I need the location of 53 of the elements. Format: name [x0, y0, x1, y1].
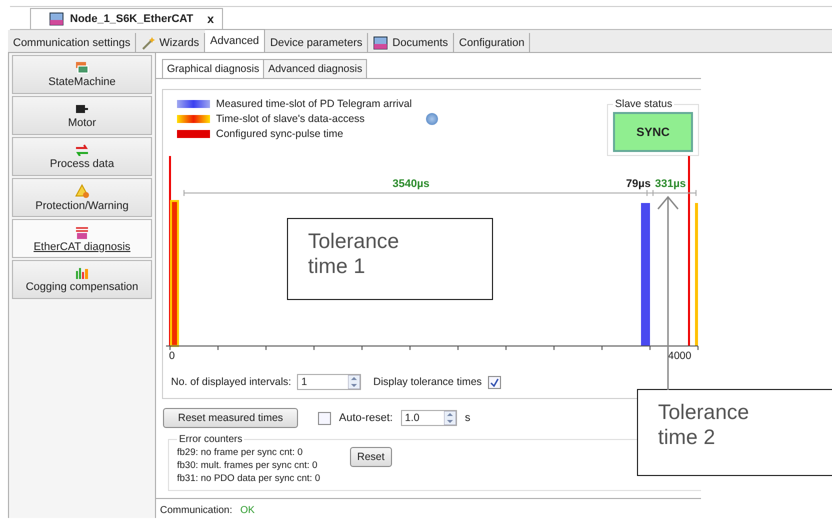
status-label: Communication:	[160, 505, 232, 516]
checkbox-label: Auto-reset:	[339, 412, 393, 424]
wand-icon	[141, 36, 156, 50]
document-icon	[373, 36, 388, 50]
auto-reset-field[interactable]: 1.0	[400, 410, 457, 426]
checkbox[interactable]	[318, 412, 332, 424]
callout-box: Tolerance time 1	[287, 218, 493, 300]
sidebar-item[interactable]: EtherCAT diagnosis	[12, 219, 152, 258]
legend-label: Measured time-slot of PD Telegram arrival	[216, 98, 412, 110]
callout-box: Tolerance time 2	[637, 389, 832, 476]
tolerance-label: 79µs	[626, 178, 651, 190]
close-icon[interactable]: x	[207, 12, 214, 26]
warning-icon	[74, 184, 90, 198]
counter-text: fb30: mult. frames per sync cnt: 0	[177, 460, 318, 471]
tab[interactable]: Advanced	[205, 29, 266, 52]
sidebar-item[interactable]: Cogging compensation	[12, 260, 152, 299]
spin-arrows-icon[interactable]	[348, 375, 360, 389]
sidebar-item[interactable]: Protection/Warning	[12, 178, 152, 217]
network-icon	[75, 224, 89, 238]
reset-times-button[interactable]: Reset measured times	[163, 408, 298, 428]
checkbox-label: Display tolerance times	[373, 376, 482, 388]
sidebar-item[interactable]: Process data	[12, 137, 152, 176]
windows-icon	[75, 61, 89, 74]
info-icon[interactable]	[426, 113, 438, 125]
slave-status-indicator: SYNC	[613, 112, 693, 152]
field-label: No. of displayed intervals:	[171, 376, 292, 388]
sidebar-item[interactable]: Motor	[12, 96, 152, 135]
tab[interactable]: Advanced diagnosis	[263, 59, 368, 78]
measured-slot-swatch	[177, 100, 210, 108]
document-icon	[49, 12, 64, 26]
counter-text: fb29: no frame per sync cnt: 0	[177, 447, 304, 458]
bar-chart-icon	[74, 266, 90, 279]
sidebar-item[interactable]: StateMachine	[12, 55, 152, 94]
group-title: Slave status	[614, 98, 674, 110]
spin-arrows-icon[interactable]	[444, 411, 456, 425]
interval-label: 3540µs	[392, 178, 430, 190]
group-title: Error counters	[178, 434, 244, 445]
reset-button[interactable]: Reset	[350, 447, 392, 467]
motor-icon	[75, 102, 89, 114]
document-tab[interactable]: Node_1_S6K_EtherCAT x	[30, 8, 223, 29]
tolerance-label: 331µs	[655, 178, 686, 190]
legend-label: Time-slot of slave's data-access	[216, 113, 365, 125]
counter-text: fb31: no PDO data per sync cnt: 0	[177, 473, 320, 484]
checkbox[interactable]	[488, 376, 501, 388]
status-value: OK	[240, 505, 255, 516]
axis-label: 4000	[668, 350, 692, 362]
access-slot-swatch	[177, 115, 210, 123]
tab[interactable]: Graphical diagnosis	[162, 59, 264, 78]
axis-label: 0	[169, 350, 175, 362]
legend-label: Configured sync-pulse time	[216, 128, 344, 140]
unit-label: s	[464, 412, 470, 424]
intervals-field[interactable]: 1	[297, 374, 362, 390]
sync-pulse-swatch	[177, 130, 210, 138]
